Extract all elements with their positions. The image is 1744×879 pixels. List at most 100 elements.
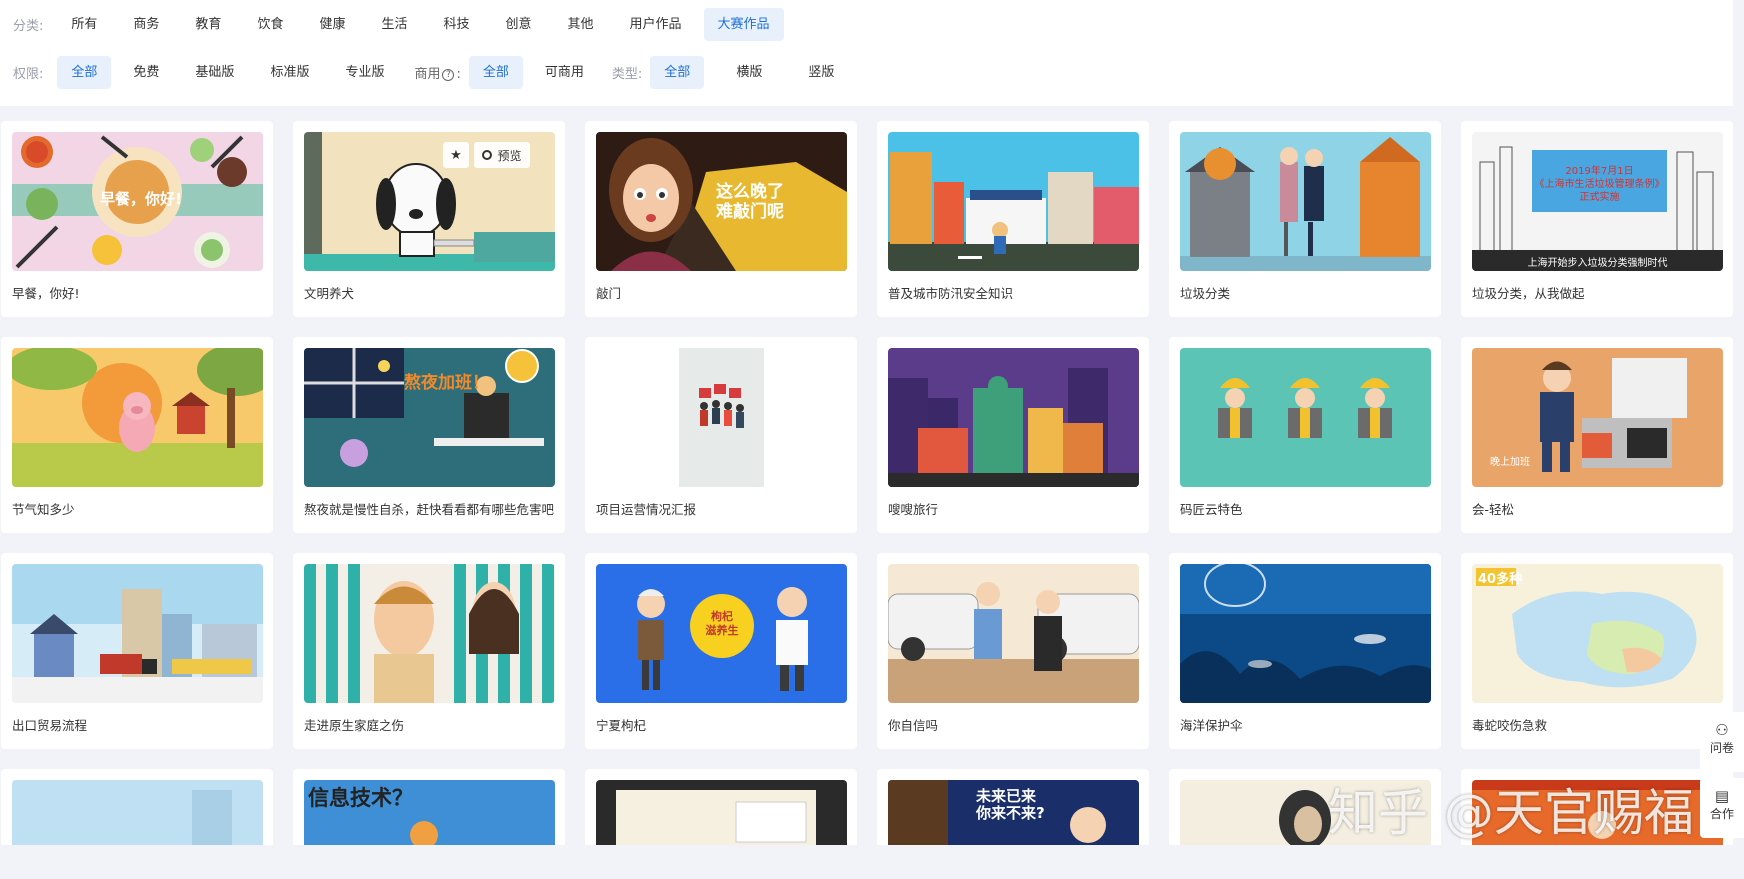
- thumbnail-text: 2019年7月1日 《上海市生活垃圾管理条例》 正式实施: [1534, 166, 1665, 203]
- template-title: 敲门: [596, 286, 622, 301]
- thumbnail-text: 这么晚了 难敲门呢: [716, 182, 784, 222]
- watermark: 知乎 @天官赐福: [1328, 784, 1694, 842]
- filter-panel: 分类: 所有 商务 教育 饮食 健康 生活 科技 创意 其他 用户作品 大赛作品…: [0, 0, 1733, 106]
- template-thumbnail[interactable]: [888, 132, 1139, 271]
- template-card[interactable]: 项目运营情况汇报: [585, 337, 857, 533]
- thumbnail-caption: 晚上加班: [1490, 457, 1530, 468]
- template-card[interactable]: 40多种 毒蛇咬伤急救: [1461, 553, 1733, 749]
- template-title: 海洋保护伞: [1180, 718, 1243, 733]
- template-title: 垃圾分类，从我做起: [1472, 286, 1585, 301]
- template-thumbnail[interactable]: 枸杞 滋养生: [596, 564, 847, 703]
- category-option-user-works[interactable]: 用户作品: [616, 8, 696, 41]
- template-card[interactable]: 枸杞 滋养生 宁夏枸杞: [585, 553, 857, 749]
- category-option-all[interactable]: 所有: [57, 8, 111, 41]
- type-option-landscape[interactable]: 横版: [722, 56, 776, 89]
- template-thumbnail[interactable]: [12, 780, 263, 849]
- category-option-tech[interactable]: 科技: [429, 8, 483, 41]
- category-filter-label: 分类:: [13, 18, 44, 34]
- template-card[interactable]: 出口贸易流程: [1, 553, 273, 749]
- template-card[interactable]: 这么晚了 难敲门呢 敲门: [585, 121, 857, 317]
- template-thumbnail[interactable]: [1180, 564, 1431, 703]
- template-thumbnail[interactable]: [888, 348, 1139, 487]
- commercial-option-all[interactable]: 全部: [468, 55, 523, 89]
- permission-option-all[interactable]: 全部: [57, 55, 112, 89]
- category-option-food[interactable]: 饮食: [243, 8, 297, 41]
- template-thumbnail[interactable]: 信息技术？: [304, 780, 555, 849]
- template-thumbnail[interactable]: 这么晚了 难敲门呢: [596, 132, 847, 271]
- template-thumbnail[interactable]: 2019年7月1日 《上海市生活垃圾管理条例》 正式实施 上海开始步入垃圾分类强…: [1472, 132, 1723, 271]
- template-card[interactable]: ★ 预览 文明养犬: [293, 121, 565, 317]
- template-card[interactable]: 未来已来 你来不来?: [877, 769, 1149, 849]
- template-title: 项目运营情况汇报: [596, 502, 697, 517]
- template-thumbnail[interactable]: [12, 564, 263, 703]
- category-option-other[interactable]: 其他: [554, 8, 608, 41]
- template-card[interactable]: 信息技术？: [293, 769, 565, 849]
- template-card[interactable]: 2019年7月1日 《上海市生活垃圾管理条例》 正式实施 上海开始步入垃圾分类强…: [1461, 121, 1733, 317]
- category-filter-row: 分类: 所有 商务 教育 饮食 健康 生活 科技 创意 其他 用户作品 大赛作品: [0, 0, 792, 48]
- template-thumbnail[interactable]: [304, 564, 555, 703]
- template-title: 会-轻松: [1472, 502, 1515, 517]
- category-option-education[interactable]: 教育: [181, 8, 235, 41]
- type-option-portrait[interactable]: 竖版: [794, 56, 848, 89]
- template-card[interactable]: 普及城市防汛安全知识: [877, 121, 1149, 317]
- preview-label: 预览: [497, 148, 522, 163]
- thumbnail-text: 早餐，你好!: [100, 190, 182, 208]
- category-option-creative[interactable]: 创意: [492, 8, 546, 41]
- category-option-life[interactable]: 生活: [367, 8, 421, 41]
- favorite-button[interactable]: ★: [443, 142, 469, 168]
- help-icon[interactable]: ?: [442, 68, 455, 81]
- template-thumbnail[interactable]: [596, 780, 847, 849]
- template-thumbnail[interactable]: [1180, 348, 1431, 487]
- template-thumbnail[interactable]: 未来已来 你来不来?: [888, 780, 1139, 849]
- commercial-label-suffix: :: [456, 66, 461, 82]
- template-thumbnail[interactable]: [888, 564, 1139, 703]
- template-thumbnail[interactable]: [1180, 132, 1431, 271]
- template-card[interactable]: 熬夜加班！ 熬夜就是慢性自杀，赶快看看都有哪些危害吧: [293, 337, 565, 533]
- template-card[interactable]: 你自信吗: [877, 553, 1149, 749]
- template-title: 码匠云特色: [1180, 502, 1243, 517]
- template-thumbnail[interactable]: ★ 预览: [304, 132, 555, 271]
- template-card[interactable]: 码匠云特色: [1169, 337, 1441, 533]
- category-option-contest-works[interactable]: 大赛作品: [703, 7, 784, 41]
- permission-option-standard[interactable]: 标准版: [256, 56, 323, 89]
- template-thumbnail[interactable]: 晚上加班: [1472, 348, 1723, 487]
- template-thumbnail[interactable]: [596, 348, 847, 487]
- clipboard-icon: ▤: [1714, 787, 1730, 805]
- template-card[interactable]: 早餐，你好! 早餐，你好!: [1, 121, 273, 317]
- permission-option-pro[interactable]: 专业版: [331, 56, 398, 89]
- template-title: 节气知多少: [12, 502, 75, 517]
- thumbnail-text: 枸杞 滋养生: [705, 610, 739, 637]
- side-survey-button[interactable]: ⚇ 问卷: [1700, 712, 1744, 772]
- permission-option-basic[interactable]: 基础版: [181, 56, 248, 89]
- template-title: 出口贸易流程: [12, 718, 88, 733]
- template-card[interactable]: [1, 769, 273, 849]
- template-thumbnail[interactable]: [12, 348, 263, 487]
- template-card[interactable]: 节气知多少: [1, 337, 273, 533]
- template-thumbnail[interactable]: 熬夜加班！: [304, 348, 555, 487]
- template-title: 熬夜就是慢性自杀，赶快看看都有哪些危害吧: [304, 502, 555, 517]
- permission-filter-row: 权限: 全部 免费 基础版 标准版 专业版 商用?: 全部 可商用 类型: 全部…: [0, 48, 856, 96]
- template-thumbnail[interactable]: 40多种: [1472, 564, 1723, 703]
- template-card[interactable]: [585, 769, 857, 849]
- template-card[interactable]: 垃圾分类: [1169, 121, 1441, 317]
- template-card[interactable]: 晚上加班 会-轻松: [1461, 337, 1733, 533]
- category-option-health[interactable]: 健康: [305, 8, 359, 41]
- side-cooperate-button[interactable]: ▤ 合作: [1700, 778, 1744, 838]
- category-option-business[interactable]: 商务: [119, 8, 173, 41]
- star-icon: ★: [450, 147, 462, 163]
- side-cooperate-label: 合作: [1709, 807, 1734, 821]
- permission-filter-label: 权限:: [13, 66, 44, 82]
- template-card[interactable]: 嗖嗖旅行: [877, 337, 1149, 533]
- permission-option-free[interactable]: 免费: [119, 56, 173, 89]
- commercial-option-commercial[interactable]: 可商用: [531, 56, 598, 89]
- template-card[interactable]: 走进原生家庭之伤: [293, 553, 565, 749]
- thumbnail-text: 熬夜加班！: [404, 373, 489, 393]
- preview-button[interactable]: 预览: [474, 142, 530, 168]
- template-title: 早餐，你好!: [12, 286, 80, 301]
- template-card[interactable]: 海洋保护伞: [1169, 553, 1441, 749]
- commercial-filter-label: 商用?:: [414, 63, 460, 82]
- template-title: 文明养犬: [304, 286, 355, 301]
- thumbnail-text: 40多种: [1478, 572, 1523, 587]
- type-option-all[interactable]: 全部: [650, 55, 705, 89]
- template-thumbnail[interactable]: 早餐，你好!: [12, 132, 263, 271]
